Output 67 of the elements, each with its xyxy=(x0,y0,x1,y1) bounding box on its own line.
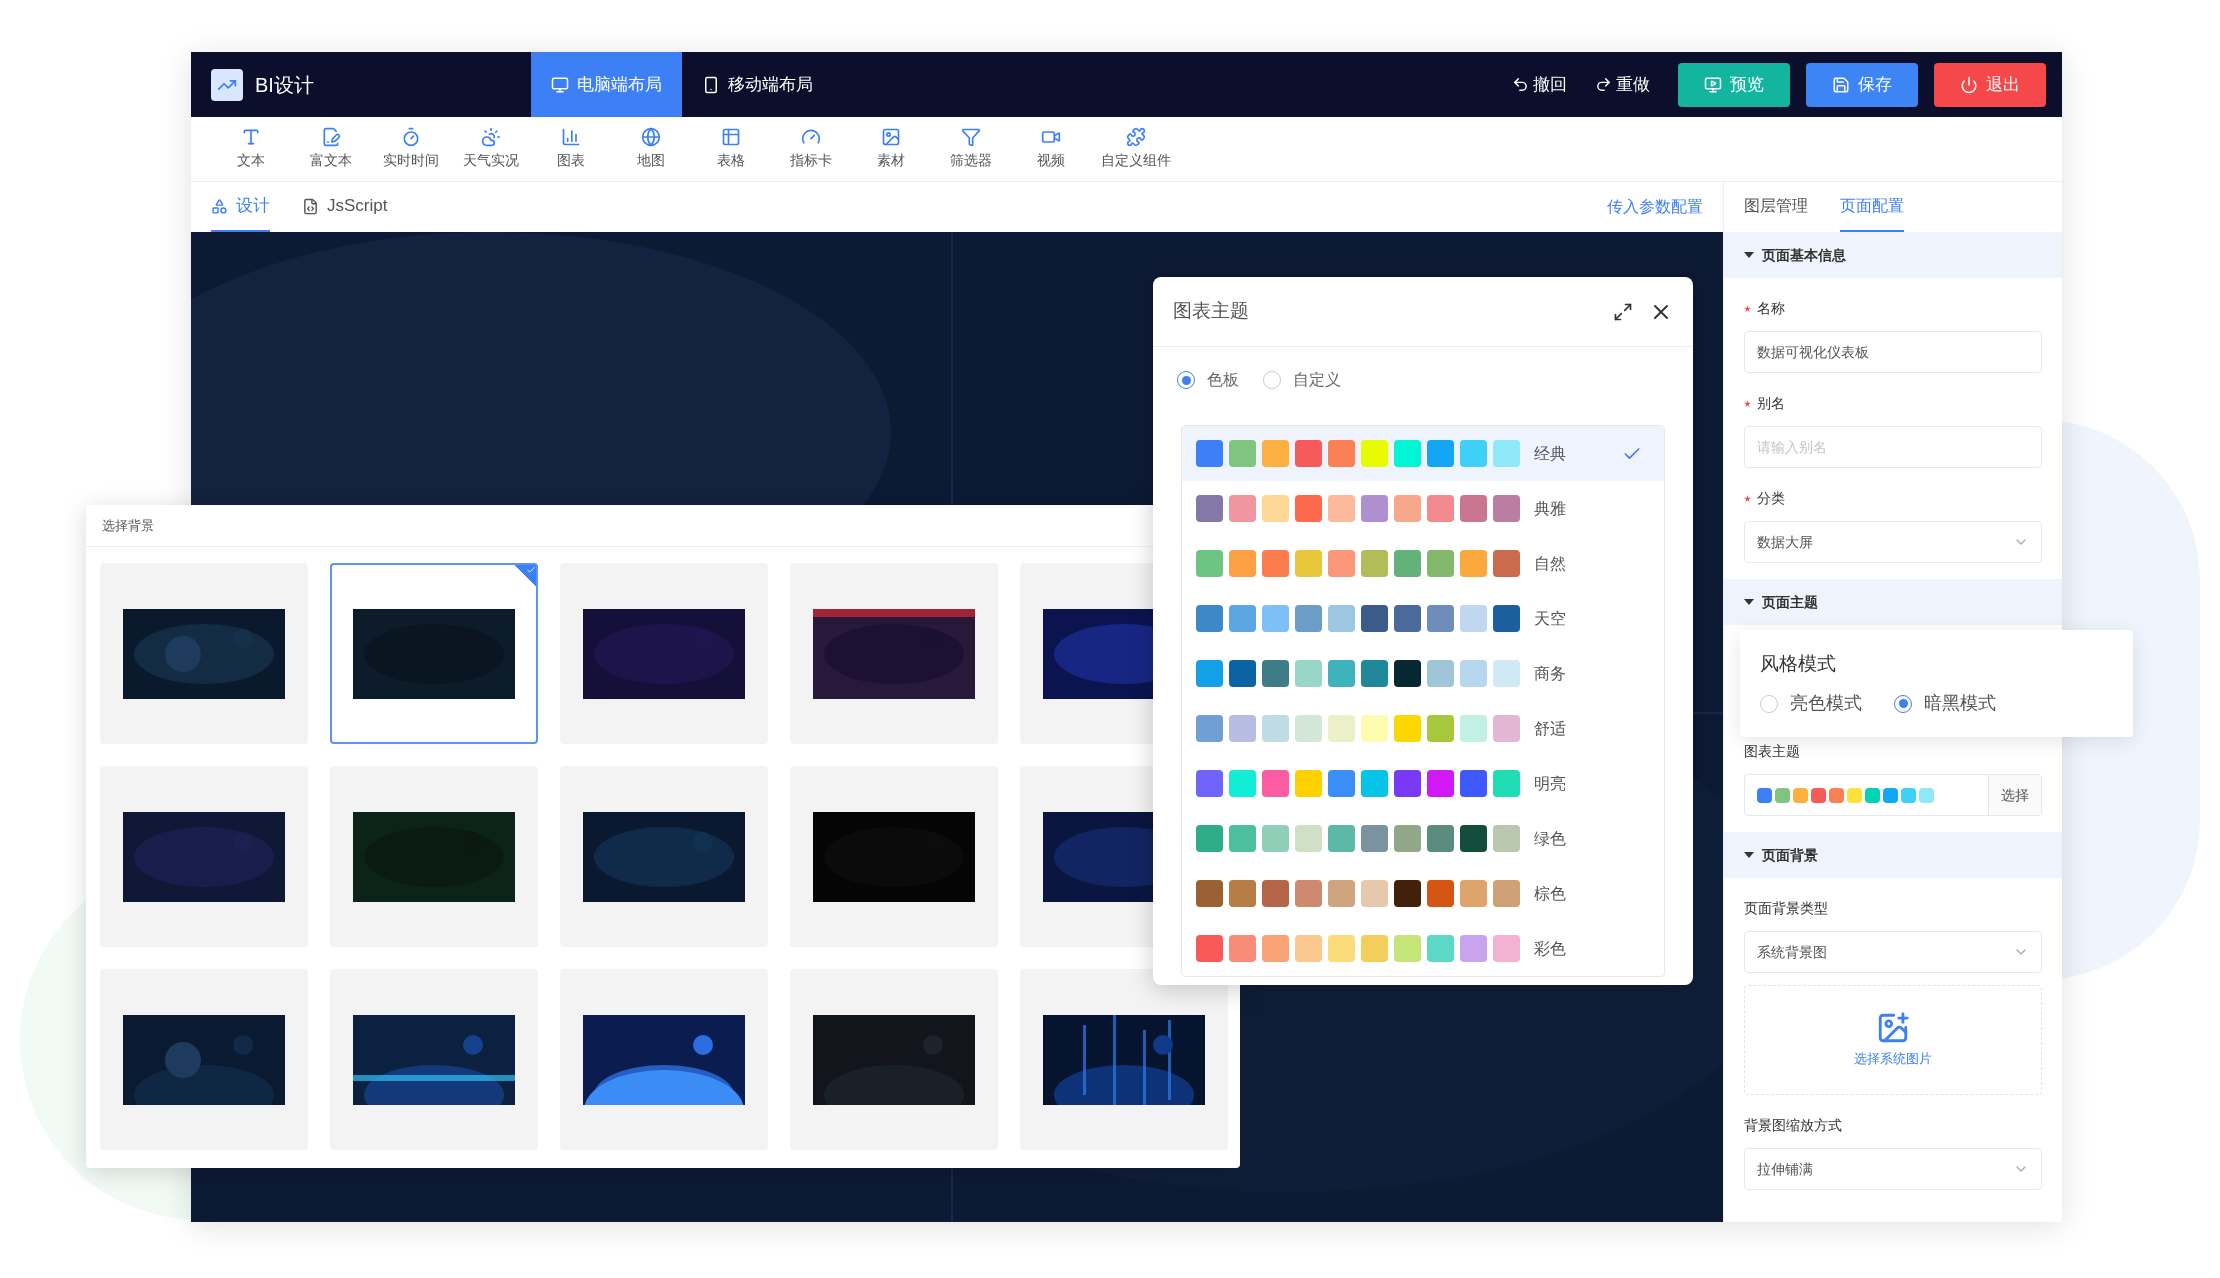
filter-icon xyxy=(961,127,981,147)
layout-tab[interactable]: 电脑端布局 xyxy=(531,52,682,117)
caret-icon xyxy=(1744,252,1754,258)
param-config-link[interactable]: 传入参数配置 xyxy=(1607,195,1703,219)
radio-label: 暗黑模式 xyxy=(1924,692,1996,716)
toolbar-item[interactable]: 图表 xyxy=(541,127,601,171)
table-icon xyxy=(721,127,741,147)
image-upload-area[interactable]: 选择系统图片 xyxy=(1744,985,2042,1095)
cloud-icon xyxy=(481,127,501,147)
redo-button[interactable]: 重做 xyxy=(1595,71,1650,98)
smartphone-icon xyxy=(702,75,720,94)
name-field[interactable]: 数据可视化仪表板 xyxy=(1744,331,2042,373)
field-label: 图表主题 xyxy=(1744,742,1800,761)
image-icon xyxy=(881,127,901,147)
undo-icon xyxy=(1512,76,1529,93)
select-field[interactable]: 拉伸铺满 xyxy=(1744,1148,2042,1190)
text-icon xyxy=(241,127,261,147)
choose-button[interactable]: 选择 xyxy=(1988,775,2041,815)
select-field[interactable]: 数据大屏 xyxy=(1744,521,2042,563)
toolbar-item[interactable]: 文本 xyxy=(221,127,281,171)
toolbar-item[interactable]: 筛选器 xyxy=(941,127,1001,171)
toolbar-item[interactable]: 地图 xyxy=(621,127,681,171)
alias-field[interactable]: 请输入别名 xyxy=(1744,426,2042,468)
redo-icon xyxy=(1595,76,1612,93)
select-field[interactable]: 系统背景图 xyxy=(1744,931,2042,973)
panel-tab[interactable]: 图层管理 xyxy=(1744,182,1808,232)
layout-tab[interactable]: 移动端布局 xyxy=(682,52,833,117)
code-file-icon xyxy=(302,197,319,215)
panel-title: 选择背景 xyxy=(102,516,154,535)
field-label: 风格模式 xyxy=(1760,651,1837,676)
toolbar-item[interactable]: 实时时间 xyxy=(381,127,441,171)
puzzle-icon xyxy=(1126,127,1146,147)
caret-icon xyxy=(1744,852,1754,858)
section-header[interactable]: 页面基本信息 xyxy=(1724,232,2062,278)
caret-icon xyxy=(1744,599,1754,605)
section-header[interactable]: 页面主题 xyxy=(1724,579,2062,625)
field-label: 页面背景类型 xyxy=(1744,899,1828,918)
trend-chart-icon xyxy=(211,68,243,101)
section-header[interactable]: 页面背景 xyxy=(1724,832,2062,878)
toolbar-item[interactable]: 素材 xyxy=(861,127,921,171)
power-icon xyxy=(1960,75,1978,94)
edit-document-icon xyxy=(321,127,341,147)
toolbar-item[interactable]: 自定义组件 xyxy=(1101,127,1171,171)
monitor-icon xyxy=(551,75,569,94)
field-label: 名称 xyxy=(1757,299,1785,318)
globe-icon xyxy=(641,127,661,147)
gauge-icon xyxy=(801,127,821,147)
toolbar-item[interactable]: 富文本 xyxy=(301,127,361,171)
field-label: 别名 xyxy=(1757,394,1785,413)
toolbar-item[interactable]: 视频 xyxy=(1021,127,1081,171)
save-icon xyxy=(1832,75,1850,94)
toolbar-item[interactable]: 指标卡 xyxy=(781,127,841,171)
app-title: BI设计 xyxy=(255,72,314,98)
field-label: 分类 xyxy=(1757,489,1785,508)
undo-button[interactable]: 撤回 xyxy=(1512,71,1567,98)
timer-icon xyxy=(401,127,421,147)
monitor-icon xyxy=(1704,75,1722,94)
palette-field[interactable]: 选择 xyxy=(1744,774,2042,816)
editor-tab[interactable]: JsScript xyxy=(302,182,388,232)
save-button[interactable]: 保存 xyxy=(1806,62,1918,107)
field-label: 背景图缩放方式 xyxy=(1744,1116,1842,1135)
shapes-icon xyxy=(211,197,228,215)
toolbar-item[interactable]: 天气实况 xyxy=(461,127,521,171)
radio-label: 亮色模式 xyxy=(1790,692,1862,716)
toolbar-item[interactable]: 表格 xyxy=(701,127,761,171)
bar-chart-icon xyxy=(561,127,581,147)
exit-button[interactable]: 退出 xyxy=(1934,62,2046,107)
